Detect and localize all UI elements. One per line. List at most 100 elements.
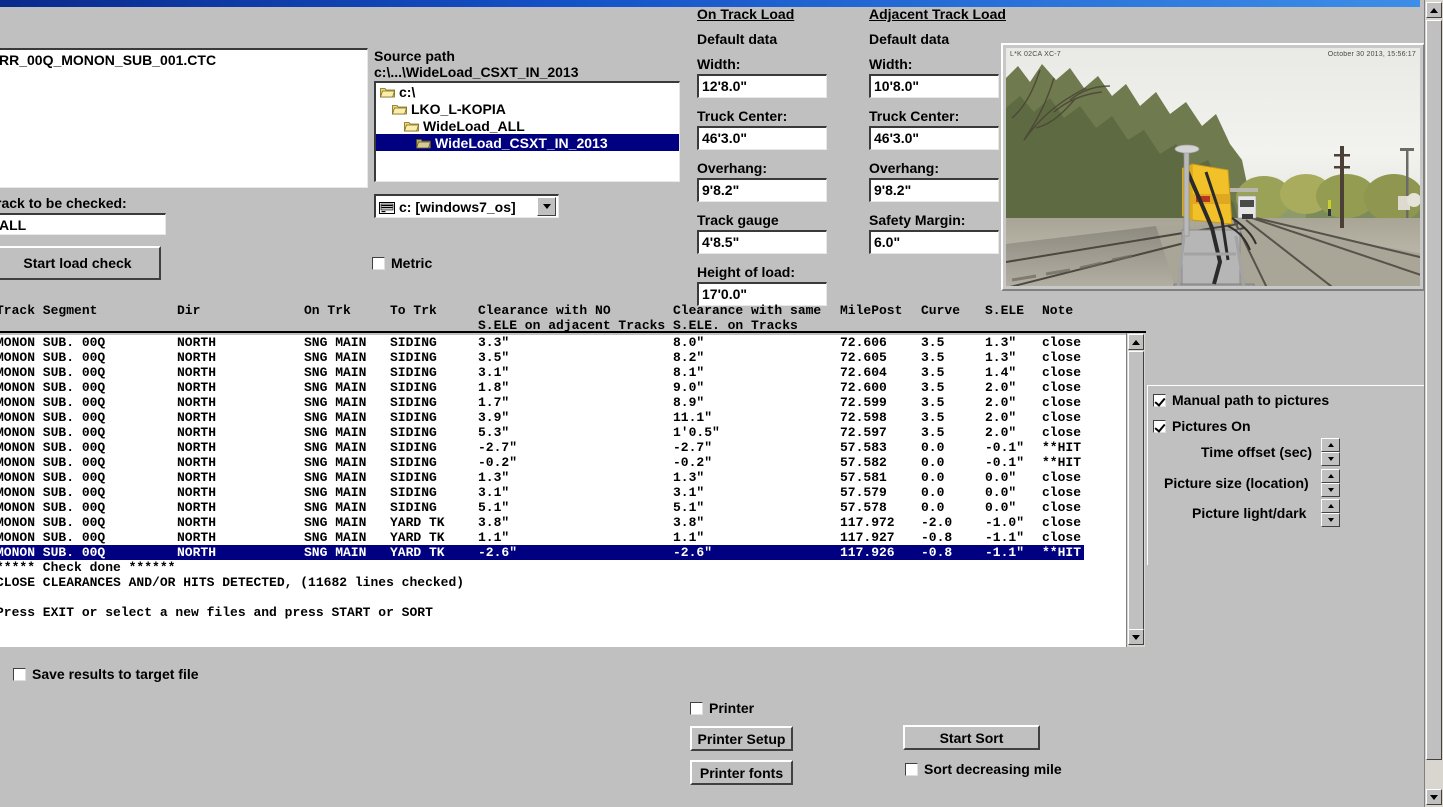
printer-checkbox[interactable]: Printer — [690, 700, 754, 716]
cell-on-trk: SNG MAIN — [304, 365, 367, 380]
load-field-input[interactable]: 12'8.0" — [697, 74, 827, 98]
drive-select[interactable]: c: [windows7_os] — [374, 194, 559, 218]
load-field-input[interactable]: 4'8.5" — [697, 230, 827, 254]
cell-on-trk: SNG MAIN — [304, 530, 367, 545]
load-field-input[interactable]: 10'8.0" — [869, 74, 999, 98]
table-row[interactable]: MONON SUB. 00Q NORTH SNG MAIN SIDING -2.7" -2… — [0, 440, 1129, 455]
cell-clearance-same-sele: 8.0" — [673, 335, 705, 350]
cell-clearance-same-sele: 1.3" — [673, 470, 705, 485]
scroll-down-icon[interactable] — [1128, 629, 1144, 645]
cell-to-trk: YARD TK — [390, 515, 445, 530]
table-row[interactable]: MONON SUB. 00Q NORTH SNG MAIN YARD TK 1.1" 1.… — [0, 530, 1129, 545]
scroll-up-icon[interactable] — [1128, 334, 1144, 350]
cell-sele: 1.3" — [985, 350, 1017, 365]
chevron-down-icon[interactable] — [537, 197, 556, 216]
load-field-input[interactable]: 46'3.0" — [869, 126, 999, 150]
picture-light-increase-icon[interactable] — [1321, 499, 1340, 513]
drive-select-value: c: [windows7_os] — [399, 198, 516, 215]
table-row[interactable]: MONON SUB. 00Q NORTH SNG MAIN SIDING 3.9" 11.… — [0, 410, 1129, 425]
folder-list-item[interactable]: LKO_L-KOPIA — [376, 100, 679, 117]
window-scroll-up-icon[interactable] — [1426, 2, 1442, 18]
cell-note: close — [1042, 425, 1082, 440]
table-row[interactable]: MONON SUB. 00Q NORTH SNG MAIN YARD TK -2.6" -… — [0, 545, 1084, 560]
table-row[interactable]: MONON SUB. 00Q NORTH SNG MAIN SIDING 3.1" 3.1… — [0, 485, 1129, 500]
file-list-field[interactable]: RR_00Q_MONON_SUB_001.CTC — [0, 48, 368, 188]
start-load-check-button[interactable]: Start load check — [0, 246, 161, 280]
picture-size-label: Picture size (location) — [1164, 475, 1309, 491]
manual-path-checkbox[interactable]: Manual path to pictures — [1153, 392, 1329, 408]
cell-dir: NORTH — [177, 335, 217, 350]
table-row[interactable]: MONON SUB. 00Q NORTH SNG MAIN SIDING 3.5" 8.2… — [0, 350, 1129, 365]
picture-light-dark-label: Picture light/dark — [1192, 505, 1307, 521]
picture-light-decrease-icon[interactable] — [1321, 513, 1340, 527]
cell-to-trk: SIDING — [390, 380, 437, 395]
table-row[interactable]: MONON SUB. 00Q NORTH SNG MAIN SIDING 5.1" 5.1… — [0, 500, 1129, 515]
adjacent-track-load-heading: Adjacent Track Load — [869, 6, 1006, 22]
table-row[interactable]: MONON SUB. 00Q NORTH SNG MAIN SIDING 5.3" 1'0… — [0, 425, 1129, 440]
time-offset-decrease-icon[interactable] — [1321, 452, 1340, 466]
results-scrollbar[interactable] — [1126, 333, 1145, 647]
results-header-clearance-no-sele-line1: Clearance with NO — [478, 303, 611, 318]
picture-panel[interactable]: L*K 02CA XC-7 October 30 2013, 15:56:17 — [1001, 43, 1425, 291]
load-field-value: 9'8.2" — [702, 182, 740, 198]
table-row[interactable]: MONON SUB. 00Q NORTH SNG MAIN SIDING -0.2" -0… — [0, 455, 1129, 470]
sort-decreasing-mile-checkbox-box[interactable] — [905, 763, 918, 776]
cell-curve: 0.0 — [921, 440, 945, 455]
window-scrollbar[interactable] — [1424, 0, 1443, 807]
metric-checkbox[interactable]: Metric — [372, 255, 432, 271]
printer-fonts-button[interactable]: Printer fonts — [690, 760, 793, 785]
manual-path-checkbox-box[interactable] — [1153, 394, 1166, 407]
cell-track-segment: MONON SUB. 00Q — [0, 335, 106, 350]
picture-size-decrease-icon[interactable] — [1321, 483, 1340, 497]
table-row[interactable]: MONON SUB. 00Q NORTH SNG MAIN SIDING 1.8" 9.0… — [0, 380, 1129, 395]
cell-dir: NORTH — [177, 455, 217, 470]
cell-sele: 0.0" — [985, 470, 1017, 485]
sort-decreasing-mile-label: Sort decreasing mile — [924, 761, 1062, 777]
track-to-check-input[interactable]: ALL — [0, 213, 166, 235]
table-row[interactable]: MONON SUB. 00Q NORTH SNG MAIN SIDING 1.7" 8.9… — [0, 395, 1129, 410]
start-sort-button[interactable]: Start Sort — [903, 725, 1040, 750]
cell-dir: NORTH — [177, 440, 217, 455]
load-field-input[interactable]: 6.0" — [869, 230, 999, 254]
table-row[interactable]: MONON SUB. 00Q NORTH SNG MAIN SIDING 3.1" 8.1… — [0, 365, 1129, 380]
picture-size-increase-icon[interactable] — [1321, 469, 1340, 483]
selected-file-name: RR_00Q_MONON_SUB_001.CTC — [0, 52, 217, 68]
results-list[interactable]: MONON SUB. 00Q NORTH SNG MAIN SIDING 3.3" 8.0… — [0, 335, 1129, 647]
time-offset-increase-icon[interactable] — [1321, 438, 1340, 452]
start-sort-label: Start Sort — [939, 729, 1004, 746]
results-header-dir: Dir — [177, 303, 201, 318]
cell-note: close — [1042, 395, 1082, 410]
pictures-on-checkbox-box[interactable] — [1153, 420, 1166, 433]
save-results-checkbox[interactable]: Save results to target file — [13, 666, 199, 682]
folder-list-item[interactable]: c:\ — [376, 83, 679, 100]
drive-icon — [379, 201, 395, 214]
cell-curve: 3.5 — [921, 365, 945, 380]
cell-clearance-same-sele: 9.0" — [673, 380, 705, 395]
load-field-input[interactable]: 9'8.2" — [697, 178, 827, 202]
cell-clearance-same-sele: 8.1" — [673, 365, 705, 380]
metric-checkbox-box[interactable] — [372, 257, 385, 270]
cell-dir: NORTH — [177, 425, 217, 440]
load-field-input[interactable]: 9'8.2" — [869, 178, 999, 202]
table-row[interactable]: MONON SUB. 00Q NORTH SNG MAIN SIDING 1.3" 1.3… — [0, 470, 1129, 485]
table-row[interactable]: MONON SUB. 00Q NORTH SNG MAIN YARD TK 3.8" 3.… — [0, 515, 1129, 530]
table-row[interactable]: MONON SUB. 00Q NORTH SNG MAIN SIDING 3.3" 8.0… — [0, 335, 1129, 350]
folder-list-item[interactable]: WideLoad_CSXT_IN_2013 — [376, 134, 679, 151]
picture-light-dark-spinner[interactable] — [1321, 499, 1340, 527]
sort-decreasing-mile-checkbox[interactable]: Sort decreasing mile — [905, 761, 1062, 777]
pictures-on-checkbox[interactable]: Pictures On — [1153, 418, 1251, 434]
printer-checkbox-box[interactable] — [690, 702, 703, 715]
window-scroll-down-icon[interactable] — [1426, 789, 1442, 805]
cell-curve: 3.5 — [921, 425, 945, 440]
time-offset-spinner[interactable] — [1321, 438, 1340, 466]
window-scrollbar-thumb[interactable] — [1426, 20, 1442, 760]
folder-listbox[interactable]: c:\ LKO_L-KOPIA WideLoad_ALL WideLoad_CSXT_… — [374, 81, 680, 182]
printer-setup-button[interactable]: Printer Setup — [690, 726, 793, 751]
load-field-input[interactable]: 46'3.0" — [697, 126, 827, 150]
folder-list-item[interactable]: WideLoad_ALL — [376, 117, 679, 134]
cell-dir: NORTH — [177, 365, 217, 380]
picture-size-spinner[interactable] — [1321, 469, 1340, 497]
save-results-checkbox-box[interactable] — [13, 668, 26, 681]
results-scrollbar-thumb[interactable] — [1128, 351, 1144, 641]
cell-clearance-same-sele: 8.2" — [673, 350, 705, 365]
